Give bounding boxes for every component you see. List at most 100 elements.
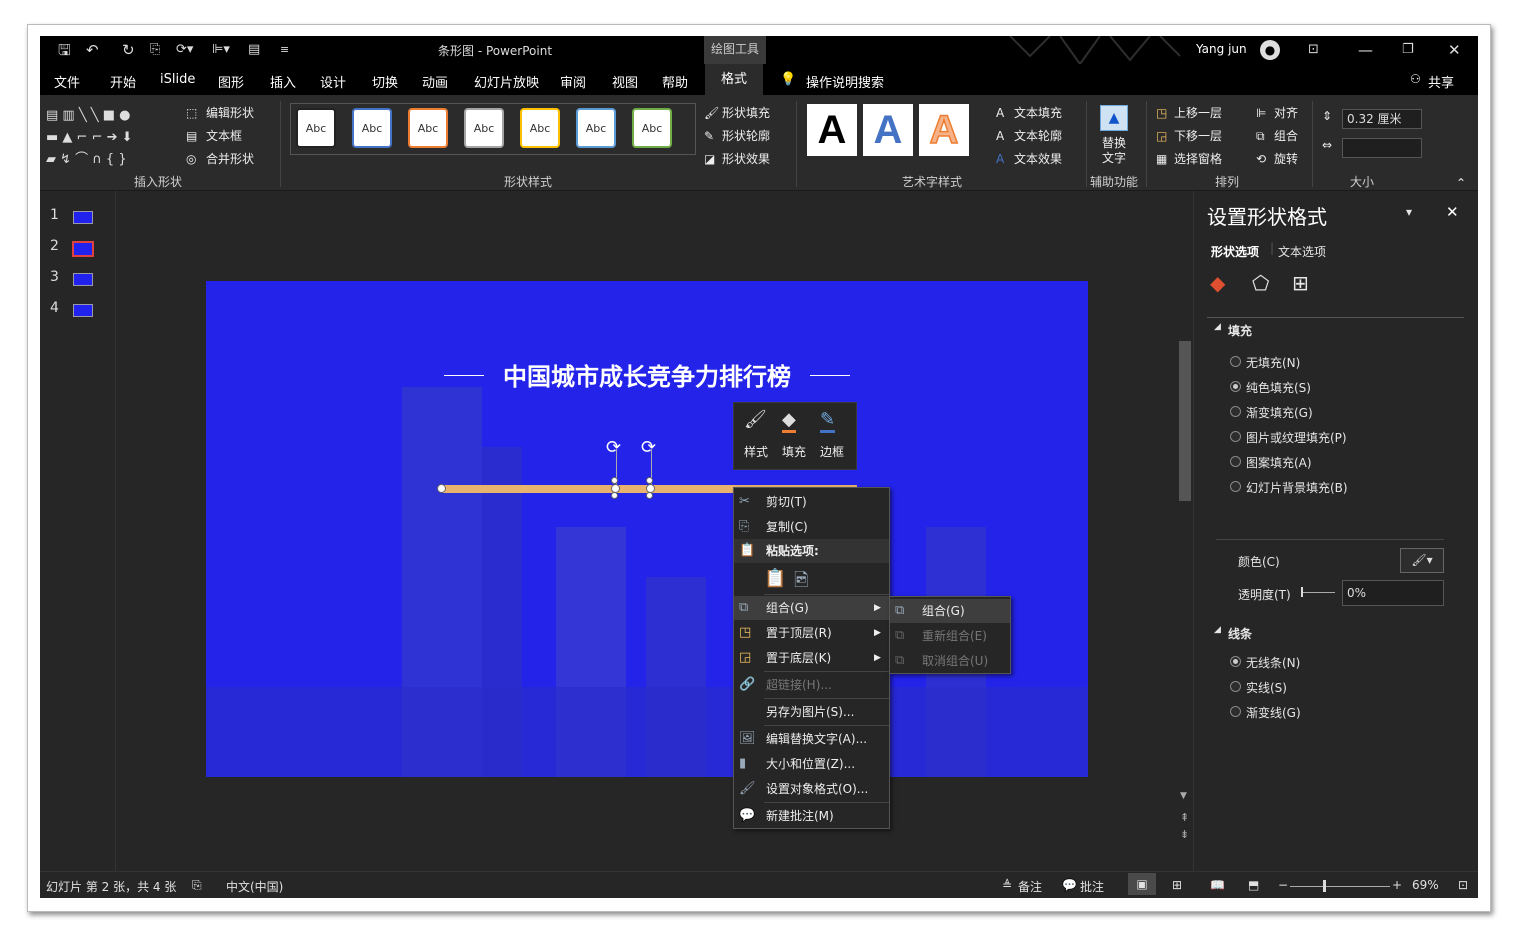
slideshow-view-icon[interactable]: ⬒	[1248, 878, 1259, 892]
collapse-icon[interactable]: ◢	[1214, 322, 1221, 332]
radio-button[interactable]	[1230, 681, 1241, 692]
zoom-out-icon[interactable]: −	[1278, 878, 1288, 892]
zoom-level[interactable]: 69%	[1412, 878, 1439, 892]
mini-fill-label[interactable]: 填充	[782, 443, 806, 460]
pane-close-icon[interactable]: ✕	[1446, 203, 1459, 221]
redo-icon[interactable]: ↻	[122, 41, 135, 59]
next-slide-icon[interactable]: ⇟	[1180, 828, 1189, 841]
tab-islide[interactable]: iSlide	[160, 72, 195, 87]
radio-button[interactable]	[1230, 431, 1241, 442]
group-button[interactable]: 组合	[1274, 128, 1298, 144]
menu-item-copy[interactable]: ⎘ 复制(C)	[734, 515, 889, 539]
shape-height-input[interactable]: 0.32 厘米	[1342, 109, 1422, 129]
text-box-button[interactable]: 文本框	[206, 128, 242, 144]
menu-item-size-position[interactable]: ▮ 大小和位置(Z)...	[734, 752, 889, 776]
fill-line-icon[interactable]: ◆	[1210, 271, 1225, 295]
shape-style-preset[interactable]: Abc	[296, 108, 336, 148]
wordart-style-blue[interactable]: A	[863, 104, 913, 156]
transparency-slider[interactable]	[1301, 592, 1335, 593]
comments-button[interactable]: 批注	[1080, 878, 1104, 895]
radio-button[interactable]	[1230, 356, 1241, 367]
tell-me-search[interactable]: 操作说明搜索	[806, 72, 884, 91]
slide-thumbnail[interactable]	[73, 304, 93, 317]
menu-item-group[interactable]: ⧉ 组合(G) ▶	[734, 596, 889, 620]
collapse-icon[interactable]: ◢	[1214, 625, 1221, 635]
scrollbar-thumb[interactable]	[1179, 341, 1191, 501]
tab-review[interactable]: 审阅	[560, 72, 586, 91]
radio-button[interactable]	[1230, 481, 1241, 492]
shape-fill-button[interactable]: 形状填充	[722, 105, 770, 121]
wordart-style-black[interactable]: A	[807, 104, 857, 156]
zoom-slider[interactable]	[1290, 886, 1390, 887]
shape-width-input[interactable]	[1342, 138, 1422, 158]
tab-home[interactable]: 开始	[110, 72, 136, 91]
selection-pane-button[interactable]: 选择窗格	[1174, 151, 1222, 167]
transparency-input[interactable]: 0%	[1342, 580, 1444, 606]
slide-sorter-icon[interactable]: ⊞	[1172, 878, 1182, 892]
border-icon[interactable]: ✎	[820, 409, 836, 433]
tab-file[interactable]: 文件	[54, 72, 80, 91]
pane-options-icon[interactable]: ▾	[1406, 205, 1412, 219]
fill-icon[interactable]: ◆	[782, 409, 796, 433]
share-button[interactable]: 共享	[1428, 72, 1454, 91]
avatar[interactable]: ●	[1260, 40, 1280, 60]
shapes-gallery[interactable]: ▤ ▥ ╲ ╲ ■ ● ▬ ▲ ⌐ ⌐ ➔ ⬇ ▰ ↯ ⌒ ∩ { }	[46, 105, 176, 167]
tab-format[interactable]: 格式	[705, 64, 764, 95]
style-icon[interactable]: 🖌	[744, 409, 767, 430]
radio-button[interactable]	[1230, 456, 1241, 467]
language-status[interactable]: 中文(中国)	[226, 878, 283, 895]
slide-scrollbar[interactable]: ▼ ⇞ ⇟	[1177, 191, 1193, 871]
text-effects-button[interactable]: 文本效果	[1014, 151, 1062, 167]
send-backward-button[interactable]: 下移一层	[1174, 128, 1222, 144]
tab-shape-options[interactable]: 形状选项	[1211, 243, 1259, 260]
slide[interactable]: 中国城市成长竞争力排行榜 ⟳ ⟳	[206, 281, 1088, 777]
shape-style-preset[interactable]: Abc	[408, 108, 448, 148]
radio-label[interactable]: 渐变线(G)	[1246, 704, 1301, 721]
text-outline-button[interactable]: 文本轮廓	[1014, 128, 1062, 144]
menu-item-format-object[interactable]: 🖌 设置对象格式(O)...	[734, 777, 889, 801]
radio-label[interactable]: 纯色填充(S)	[1246, 379, 1311, 396]
slide-thumbnail-selected[interactable]	[72, 241, 94, 257]
shape-style-preset[interactable]: Abc	[464, 108, 504, 148]
wordart-style-orange[interactable]: A	[919, 104, 969, 156]
tab-help[interactable]: 帮助	[662, 72, 688, 91]
radio-button[interactable]	[1230, 406, 1241, 417]
merge-shapes-button[interactable]: 合并形状	[206, 151, 254, 167]
radio-label[interactable]: 无线条(N)	[1246, 654, 1300, 671]
radio-label[interactable]: 图片或纹理填充(P)	[1246, 429, 1347, 446]
radio-label[interactable]: 无填充(N)	[1246, 354, 1300, 371]
reading-view-icon[interactable]: 📖	[1210, 878, 1225, 892]
ribbon-display-icon[interactable]: ⊡	[1308, 41, 1319, 59]
slide-title[interactable]: 中国城市成长竞争力排行榜	[206, 357, 1088, 392]
shape-style-preset[interactable]: Abc	[632, 108, 672, 148]
radio-label[interactable]: 实线(S)	[1246, 679, 1287, 696]
resize-handle[interactable]	[437, 484, 446, 493]
normal-view-icon[interactable]: ▣	[1128, 873, 1156, 895]
alt-text-line2[interactable]: 文字	[1102, 150, 1126, 166]
radio-label[interactable]: 渐变填充(G)	[1246, 404, 1313, 421]
tab-insert[interactable]: 插入	[270, 72, 296, 91]
menu-item-cut[interactable]: ✂ 剪切(T)	[734, 490, 889, 514]
fill-section-header[interactable]: 填充	[1228, 322, 1252, 339]
tab-shapes[interactable]: 图形	[218, 72, 244, 91]
present-icon[interactable]: ⎘	[150, 41, 160, 59]
radio-button[interactable]	[1230, 706, 1241, 717]
shape-style-preset[interactable]: Abc	[352, 108, 392, 148]
format-painter-icon[interactable]: ⟳▾	[176, 41, 193, 59]
shape-outline-button[interactable]: 形状轮廓	[722, 128, 770, 144]
menu-item-edit-alt-text[interactable]: 🖼 编辑替换文字(A)...	[734, 727, 889, 751]
undo-icon[interactable]: ↶	[86, 41, 99, 59]
menu-item-new-comment[interactable]: 💬 新建批注(M)	[734, 804, 889, 828]
radio-button[interactable]	[1230, 656, 1241, 667]
close-icon[interactable]: ✕	[1448, 41, 1461, 59]
color-picker-button[interactable]: 🖌▾	[1400, 548, 1444, 573]
restore-icon[interactable]: ❐	[1402, 41, 1414, 59]
resize-handle[interactable]	[646, 477, 653, 484]
radio-label[interactable]: 图案填充(A)	[1246, 454, 1312, 471]
edit-shape-button[interactable]: 编辑形状	[206, 105, 254, 121]
paste-keep-format-icon[interactable]: 📋	[764, 568, 786, 589]
shape-effects-button[interactable]: 形状效果	[722, 151, 770, 167]
slide-thumbnail[interactable]	[73, 211, 93, 224]
menu-item-send-to-back[interactable]: ◲ 置于底层(K) ▶	[734, 646, 889, 670]
shape-style-preset[interactable]: Abc	[520, 108, 560, 148]
